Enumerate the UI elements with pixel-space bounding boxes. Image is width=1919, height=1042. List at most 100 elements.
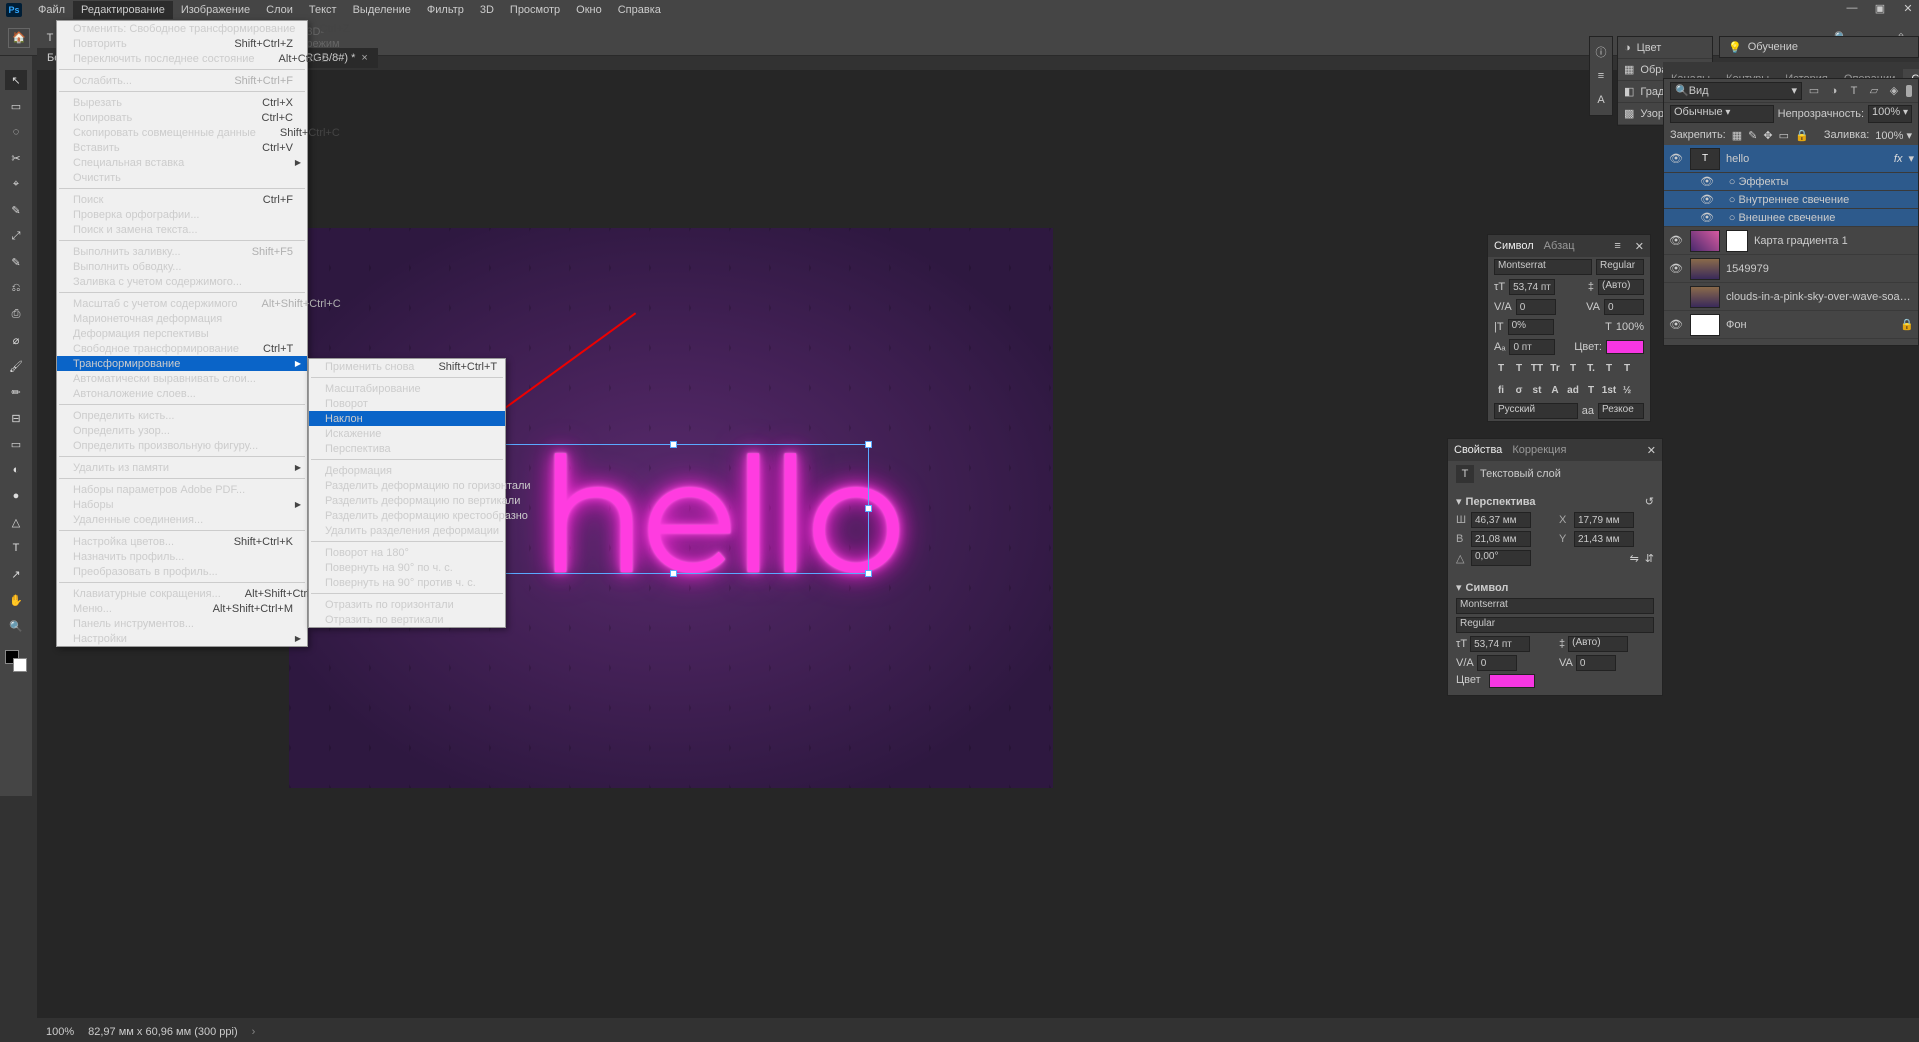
menu-item[interactable]: Настройки [57,631,307,646]
tool-13[interactable]: ⊟ [5,408,27,428]
tab-properties[interactable]: Свойства [1454,444,1502,456]
language-select[interactable]: Русский [1494,403,1578,419]
leading-select[interactable]: (Авто) [1598,279,1644,295]
layer-row[interactable]: 👁Thellofx ▾ [1664,145,1918,173]
layer-row[interactable]: 👁Карта градиента 1 [1664,227,1918,255]
tab-character[interactable]: Символ [1494,240,1534,252]
close-icon[interactable]: ✕ [1647,444,1656,457]
menu-item[interactable]: Клавиатурные сокращения...Alt+Shift+Ctrl… [57,586,307,601]
layer-effect[interactable]: 👁 ○ Внутреннее свечение [1664,191,1918,209]
tool-9[interactable]: ⎙ [5,304,27,324]
kerning-input[interactable] [1516,299,1556,315]
prop-font-select[interactable]: Montserrat [1456,598,1654,614]
tool-4[interactable]: ⌖ [5,174,27,194]
menu-item[interactable]: Панель инструментов... [57,616,307,631]
prop-size-input[interactable] [1470,636,1530,652]
menu-item[interactable]: Свободное трансформированиеCtrl+T [57,341,307,356]
type-option-button[interactable]: T [1510,359,1528,377]
menu-item[interactable]: Преобразовать в профиль... [57,564,307,579]
type-option-button[interactable]: ½ [1618,381,1636,399]
menu-item[interactable]: Отразить по горизонтали [309,597,505,612]
menu-item[interactable]: Меню...Alt+Shift+Ctrl+M [57,601,307,616]
menu-item[interactable]: Скопировать совмещенные данныеShift+Ctrl… [57,125,307,140]
reset-icon[interactable]: ↺ [1645,495,1654,508]
opacity-input[interactable]: 100% ▾ [1868,105,1912,123]
menu-фильтр[interactable]: Фильтр [419,1,472,19]
menu-item[interactable]: Поворот на 180° [309,545,505,560]
type-option-button[interactable]: Tr [1546,359,1564,377]
x-input[interactable] [1574,512,1634,528]
tool-6[interactable]: ⤢ [5,226,27,246]
type-option-button[interactable]: st [1528,381,1546,399]
zoom-level[interactable]: 100% [46,1026,74,1038]
prop-tracking-input[interactable] [1576,655,1616,671]
tool-21[interactable]: 🔍 [5,616,27,636]
menu-файл[interactable]: Файл [30,1,73,19]
type-option-button[interactable]: σ [1510,381,1528,399]
menu-item[interactable]: Определить кисть... [57,408,307,423]
menu-item[interactable]: Очистить [57,170,307,185]
menu-item[interactable]: Повернуть на 90° против ч. с. [309,575,505,590]
type-option-button[interactable]: T. [1582,359,1600,377]
y-input[interactable] [1574,531,1634,547]
type-option-button[interactable]: T [1582,381,1600,399]
menu-item[interactable]: Применить сноваShift+Ctrl+T [309,359,505,374]
type-option-button[interactable]: T [1492,359,1510,377]
menu-item[interactable]: Деформация перспективы [57,326,307,341]
menu-редактирование[interactable]: Редактирование [73,1,173,19]
menu-item[interactable]: Повернуть на 90° по ч. с. [309,560,505,575]
type-option-button[interactable]: T [1564,359,1582,377]
menu-item[interactable]: ПоискCtrl+F [57,192,307,207]
flip-h-icon[interactable]: ⇋ [1630,552,1639,565]
layer-row[interactable]: 👁Фон🔒 [1664,311,1918,339]
width-input[interactable] [1471,512,1531,528]
type-option-button[interactable]: ad [1564,381,1582,399]
menu-item[interactable]: Масштабирование [309,381,505,396]
font-family-select[interactable]: Montserrat [1494,259,1592,275]
close-icon[interactable]: ✕ [1635,240,1644,253]
type-option-button[interactable]: T [1618,359,1636,377]
menu-текст[interactable]: Текст [301,1,345,19]
menu-item[interactable]: Наборы параметров Adobe PDF... [57,482,307,497]
menu-item[interactable]: Удаленные соединения... [57,512,307,527]
tab-adjustments[interactable]: Коррекция [1512,444,1566,456]
lock-nest-icon[interactable]: ▭ [1779,129,1789,142]
tool-20[interactable]: ✋ [5,590,27,610]
menu-3d[interactable]: 3D [472,1,502,19]
tool-7[interactable]: ✎ [5,252,27,272]
tool-0[interactable]: ↖ [5,70,27,90]
tool-14[interactable]: ▭ [5,434,27,454]
type-option-button[interactable]: TT [1528,359,1546,377]
visibility-icon[interactable]: 👁 [1668,152,1684,165]
tool-11[interactable]: 🖌 [5,356,27,376]
lock-pos-icon[interactable]: ✥ [1763,129,1772,142]
minimize-icon[interactable]: — [1845,2,1859,15]
menu-справка[interactable]: Справка [610,1,669,19]
filter-toggle-icon[interactable] [1906,85,1912,97]
filter-shape-icon[interactable]: ▱ [1866,83,1882,99]
tool-15[interactable]: ◐ [5,460,27,480]
tool-2[interactable]: ◌ [5,122,27,142]
tool-12[interactable]: ✏ [5,382,27,402]
maximize-icon[interactable]: ▣ [1873,2,1887,15]
height-input[interactable] [1471,531,1531,547]
menu-item[interactable]: Настройка цветов...Shift+Ctrl+K [57,534,307,549]
prop-kerning-input[interactable] [1477,655,1517,671]
menu-просмотр[interactable]: Просмотр [502,1,568,19]
type-option-button[interactable]: A [1546,381,1564,399]
flip-v-icon[interactable]: ⇵ [1645,552,1654,565]
visibility-icon[interactable]: 👁 [1668,262,1684,275]
filter-smart-icon[interactable]: ◈ [1886,83,1902,99]
tool-19[interactable]: ↗ [5,564,27,584]
angle-input[interactable]: 0,00° [1471,550,1531,566]
tab-paragraph[interactable]: Абзац [1544,240,1575,252]
menu-изображение[interactable]: Изображение [173,1,258,19]
prop-leading-select[interactable]: (Авто) [1568,636,1628,652]
close-icon[interactable]: × [361,52,367,64]
menu-item[interactable]: Поворот [309,396,505,411]
menu-item[interactable]: Проверка орфографии... [57,207,307,222]
filter-adjust-icon[interactable]: ◑ [1826,83,1842,99]
vscale-input[interactable]: 0% [1508,319,1554,335]
layer-row[interactable]: 👁1549979 [1664,255,1918,283]
menu-слои[interactable]: Слои [258,1,301,19]
